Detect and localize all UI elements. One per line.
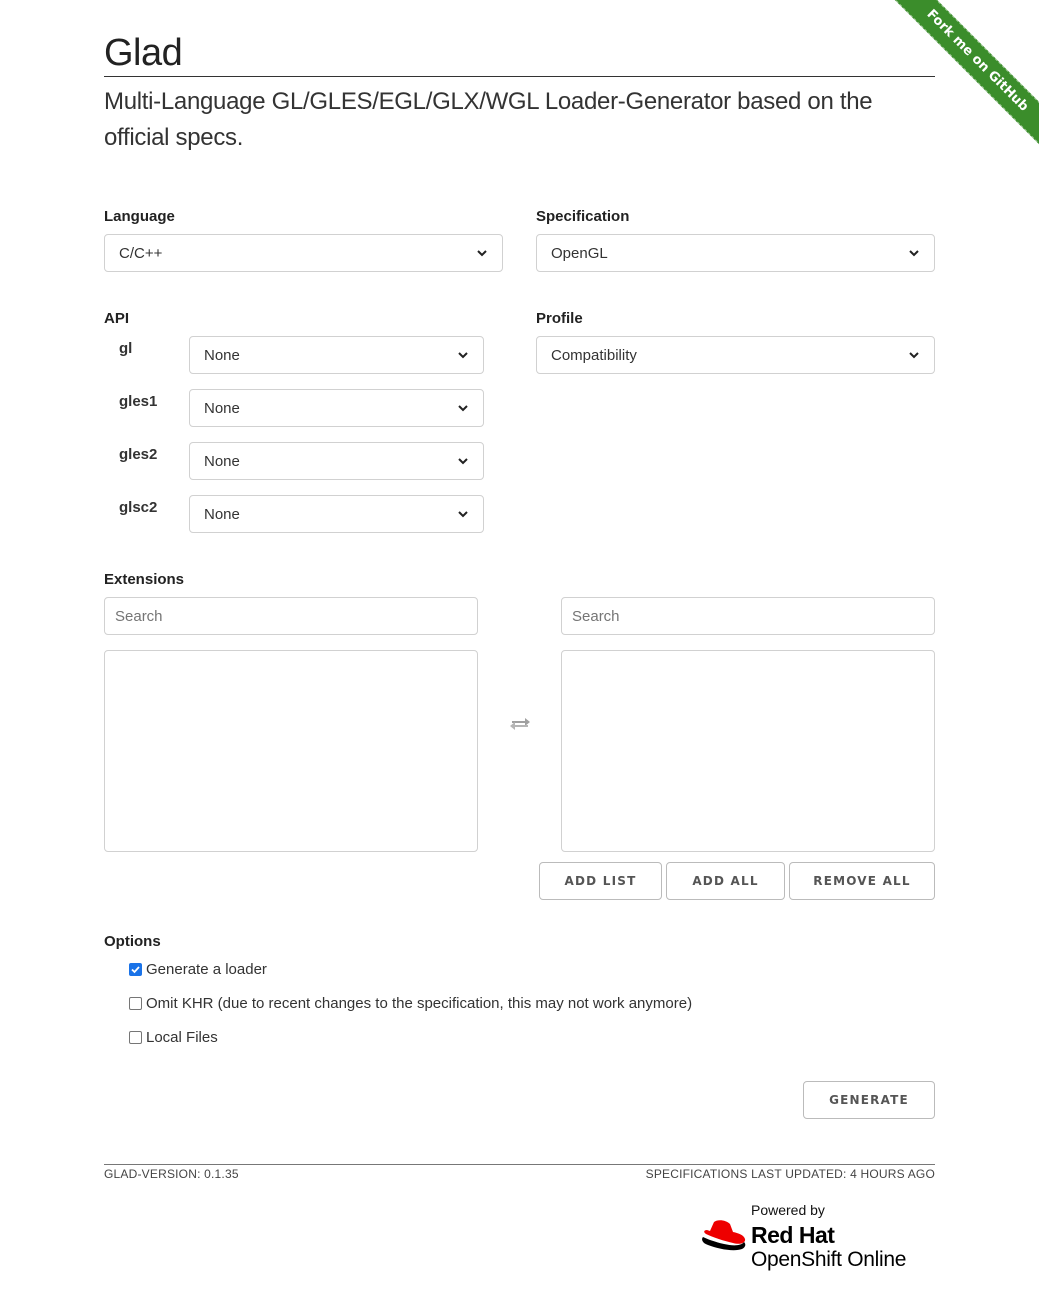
options-label: Options — [104, 933, 161, 950]
chevron-down-icon — [909, 250, 919, 257]
api-gles1-label: gles1 — [119, 393, 158, 410]
chevron-down-icon — [458, 352, 468, 359]
language-select[interactable]: C/C++ — [104, 234, 503, 272]
specification-select[interactable]: OpenGL — [536, 234, 935, 272]
glad-version: GLAD-VERSION: 0.1.35 — [104, 1167, 239, 1181]
language-select-value: C/C++ — [119, 244, 163, 262]
title-divider — [104, 76, 935, 77]
api-gles2-select-value: None — [204, 452, 240, 470]
footer-divider — [104, 1164, 935, 1165]
local-files-label: Local Files — [146, 1029, 218, 1046]
profile-label: Profile — [536, 310, 583, 327]
api-gles2-label: gles2 — [119, 446, 158, 463]
api-gl-select-value: None — [204, 346, 240, 364]
page-title: Glad — [104, 32, 183, 74]
specification-label: Specification — [536, 208, 630, 225]
specification-select-value: OpenGL — [551, 244, 608, 262]
generate-loader-label: Generate a loader — [146, 961, 267, 978]
profile-select-value: Compatibility — [551, 346, 637, 364]
api-glsc2-select[interactable]: None — [189, 495, 484, 533]
chevron-down-icon — [477, 250, 487, 257]
openshift-online-text: OpenShift Online — [751, 1248, 907, 1271]
option-omit-khr[interactable]: Omit KHR (due to recent changes to the s… — [129, 995, 692, 1012]
generate-loader-checkbox[interactable] — [129, 963, 142, 976]
api-gles1-select[interactable]: None — [189, 389, 484, 427]
powered-by-openshift[interactable]: Powered by Red Hat OpenShift Online — [700, 1200, 936, 1280]
powered-by-label: Powered by — [751, 1202, 825, 1218]
checkmark-icon — [131, 966, 140, 974]
option-generate-loader[interactable]: Generate a loader — [129, 961, 267, 978]
extensions-available-list[interactable] — [104, 650, 478, 852]
extensions-label: Extensions — [104, 571, 185, 588]
omit-khr-label: Omit KHR (due to recent changes to the s… — [146, 995, 693, 1012]
api-gles2-select[interactable]: None — [189, 442, 484, 480]
red-hat-logo-icon — [702, 1220, 746, 1251]
option-local-files[interactable]: Local Files — [129, 1029, 218, 1046]
generate-button[interactable]: GENERATE — [803, 1081, 935, 1119]
remove-all-button[interactable]: REMOVE ALL — [789, 862, 935, 900]
chevron-down-icon — [458, 458, 468, 465]
api-glsc2-select-value: None — [204, 505, 240, 523]
chevron-down-icon — [458, 511, 468, 518]
api-glsc2-label: glsc2 — [119, 499, 158, 516]
add-all-button[interactable]: ADD ALL — [666, 862, 785, 900]
swap-arrows-icon[interactable] — [508, 716, 532, 732]
chevron-down-icon — [909, 352, 919, 359]
extensions-selected-list[interactable] — [561, 650, 935, 852]
extensions-available-search-input[interactable] — [104, 597, 478, 635]
omit-khr-checkbox[interactable] — [129, 997, 142, 1010]
api-label: API — [104, 310, 130, 327]
page-subtitle: Multi-Language GL/GLES/EGL/GLX/WGL Loade… — [104, 88, 873, 151]
api-gles1-select-value: None — [204, 399, 240, 417]
api-gl-select[interactable]: None — [189, 336, 484, 374]
local-files-checkbox[interactable] — [129, 1031, 142, 1044]
language-label: Language — [104, 208, 175, 225]
chevron-down-icon — [458, 405, 468, 412]
api-gl-label: gl — [119, 340, 133, 357]
red-hat-brand-text: Red Hat — [751, 1222, 835, 1248]
add-list-button[interactable]: ADD LIST — [539, 862, 662, 900]
profile-select[interactable]: Compatibility — [536, 336, 935, 374]
extensions-selected-search-input[interactable] — [561, 597, 935, 635]
specifications-last-updated: SPECIFICATIONS LAST UPDATED: 4 HOURS AGO — [645, 1167, 935, 1181]
